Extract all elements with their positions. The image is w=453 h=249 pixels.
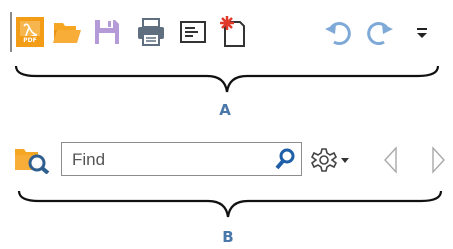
folder-open-icon[interactable] [52,19,82,45]
document-properties-icon[interactable] [180,21,206,43]
overflow-menu-icon[interactable] [416,27,428,39]
svg-text:PDF: PDF [23,37,36,44]
new-page-star-icon[interactable] [218,14,246,48]
triangle-left-icon[interactable] [383,146,399,174]
triangle-right-icon[interactable] [430,146,446,174]
brace-b-icon [17,190,443,218]
pdf-file-icon[interactable]: PDF [15,16,45,48]
folder-search-icon[interactable] [14,146,50,174]
find-field[interactable] [61,142,302,176]
toolbar-separator [10,12,12,52]
floppy-disk-icon[interactable] [94,19,120,45]
printer-icon[interactable] [136,17,166,47]
caption-b: B [222,228,234,246]
redo-arrow-icon[interactable] [366,20,394,46]
caption-a: A [219,101,231,119]
undo-arrow-icon[interactable] [324,20,352,46]
gear-dropdown-icon[interactable] [311,146,351,174]
brace-a-icon [14,65,440,93]
find-input[interactable] [72,149,257,171]
magnifier-icon[interactable] [275,148,295,170]
